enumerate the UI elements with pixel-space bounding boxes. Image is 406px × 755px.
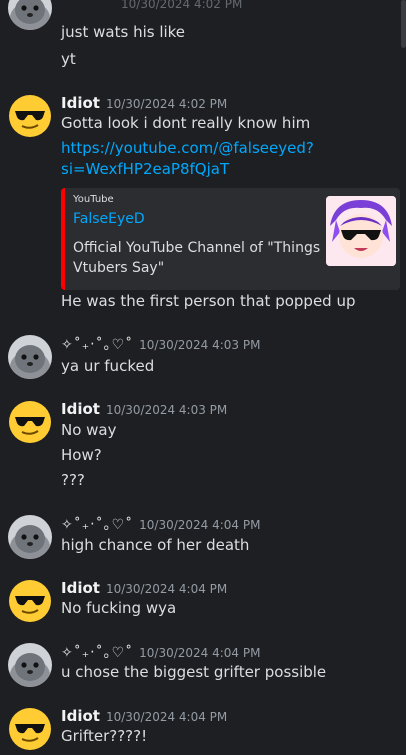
message-line: just wats his like [61, 23, 186, 41]
avatar[interactable] [8, 0, 52, 30]
message-header: Idiot 10/30/2024 4:02 PM [61, 93, 227, 112]
avatar[interactable] [8, 335, 52, 379]
timestamp: 10/30/2024 4:03 PM [105, 403, 228, 417]
embed-description-line: Official YouTube Channel of "Things [73, 240, 321, 256]
embed-description: Official YouTube Channel of "Things Vtub… [73, 238, 323, 278]
timestamp: 10/30/2024 4:02 PM [121, 0, 243, 11]
message-header: Idiot 10/30/2024 4:04 PM [61, 578, 227, 597]
message-line: Grifter????! [61, 727, 148, 745]
message-header: Idiot 10/30/2024 4:04 PM [61, 706, 227, 725]
scrollbar[interactable] [401, 0, 406, 48]
message-line: yt [61, 50, 76, 68]
message-line: ??? [61, 471, 85, 489]
message-line: Gotta look i dont really know him [61, 114, 311, 132]
avatar[interactable] [8, 707, 52, 751]
embed-description-line: Vtubers Say" [73, 260, 165, 276]
message-header: Idiot 10/30/2024 4:03 PM [61, 399, 227, 418]
avatar[interactable] [8, 400, 52, 444]
timestamp: 10/30/2024 4:03 PM [139, 338, 261, 352]
author-name[interactable]: Idiot [61, 400, 100, 418]
timestamp: 10/30/2024 4:04 PM [139, 518, 261, 532]
timestamp: 10/30/2024 4:04 PM [105, 710, 228, 724]
message-line: ya ur fucked [61, 357, 155, 375]
message-header: ✧˚₊‧˚｡♡˚ 10/30/2024 4:04 PM [61, 642, 260, 662]
author-name[interactable]: Idiot [61, 94, 100, 112]
youtube-link[interactable]: si=WexfHP2eaP8fQjaT [61, 160, 229, 178]
youtube-link[interactable]: https://youtube.com/@falseeyed? [61, 139, 314, 157]
avatar[interactable] [8, 643, 52, 687]
message-line: No way [61, 421, 117, 439]
author-name[interactable]: ✧˚₊‧˚｡♡˚ [61, 337, 133, 353]
timestamp: 10/30/2024 4:02 PM [105, 97, 228, 111]
message-header: ✧˚₊‧˚｡♡˚ 10/30/2024 4:03 PM [61, 334, 260, 354]
message-line: u chose the biggest grifter possible [61, 663, 327, 681]
message-line: high chance of her death [61, 536, 250, 554]
message-line: No fucking wya [61, 599, 177, 617]
author-name[interactable]: ✧˚₊‧˚｡♡˚ [61, 517, 133, 533]
avatar[interactable] [8, 579, 52, 623]
author-name[interactable]: Idiot [61, 707, 100, 725]
timestamp: 10/30/2024 4:04 PM [105, 582, 228, 596]
embed-provider[interactable]: YouTube [73, 194, 114, 205]
message-line: He was the first person that popped up [61, 292, 356, 310]
message-header: 10/30/2024 4:02 PM [61, 0, 242, 12]
embed-title[interactable]: FalseEyeD [73, 211, 145, 227]
timestamp: 10/30/2024 4:04 PM [139, 646, 261, 660]
avatar[interactable] [8, 515, 52, 559]
author-name[interactable]: Idiot [61, 579, 100, 597]
embed-thumbnail[interactable] [326, 196, 396, 266]
author-name[interactable]: ✧˚₊‧˚｡♡˚ [61, 645, 133, 661]
link-embed: YouTube FalseEyeD Official YouTube Chann… [61, 188, 400, 290]
message-line: How? [61, 446, 102, 464]
avatar[interactable] [8, 94, 52, 138]
message-header: ✧˚₊‧˚｡♡˚ 10/30/2024 4:04 PM [61, 514, 260, 534]
